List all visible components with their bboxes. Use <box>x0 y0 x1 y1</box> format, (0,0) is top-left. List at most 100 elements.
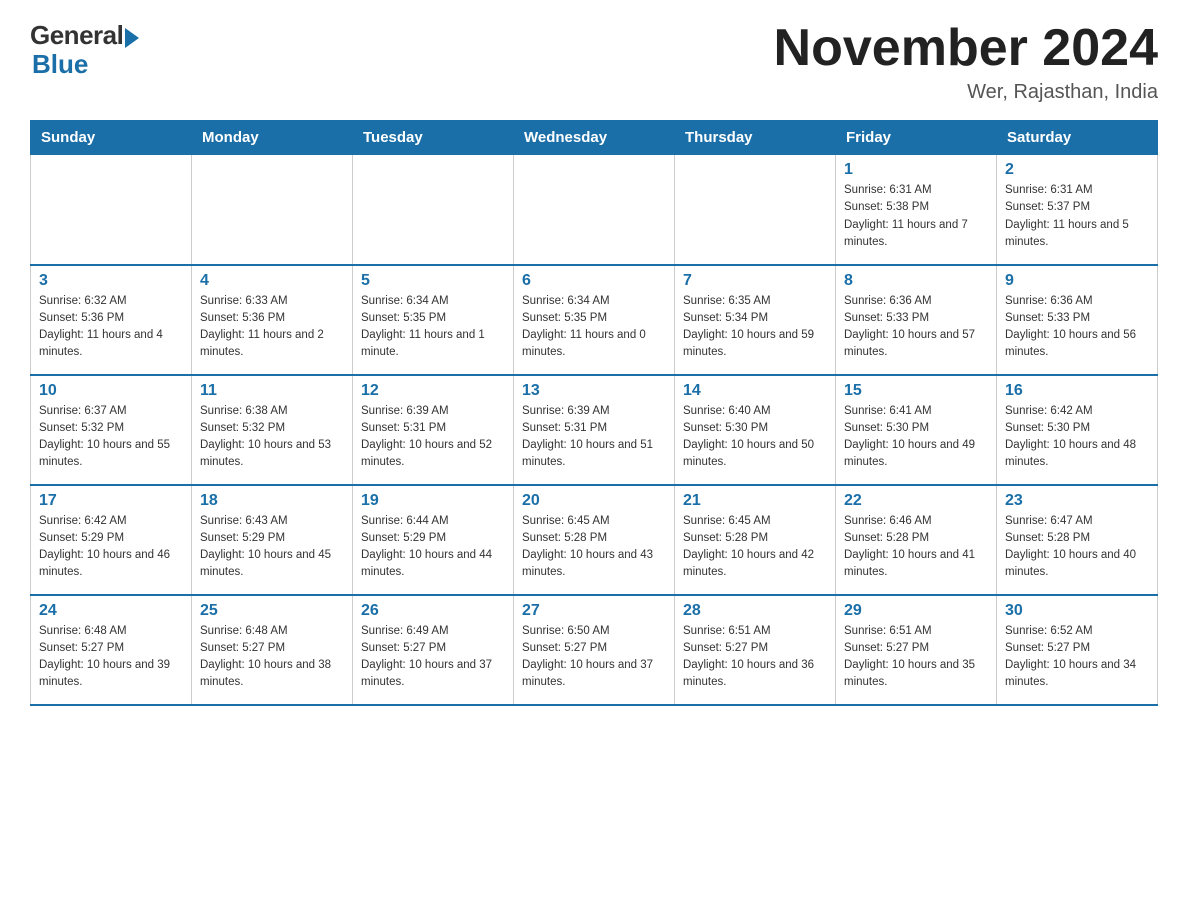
weekday-header-sunday: Sunday <box>31 121 192 155</box>
day-info: Sunrise: 6:50 AMSunset: 5:27 PMDaylight:… <box>522 625 653 689</box>
calendar-cell: 27Sunrise: 6:50 AMSunset: 5:27 PMDayligh… <box>514 595 675 705</box>
day-info: Sunrise: 6:41 AMSunset: 5:30 PMDaylight:… <box>844 405 975 469</box>
day-info: Sunrise: 6:35 AMSunset: 5:34 PMDaylight:… <box>683 295 814 359</box>
day-info: Sunrise: 6:45 AMSunset: 5:28 PMDaylight:… <box>683 515 814 579</box>
day-number: 16 <box>1005 382 1149 400</box>
logo-arrow-icon <box>125 28 139 48</box>
day-info: Sunrise: 6:31 AMSunset: 5:38 PMDaylight:… <box>844 184 968 248</box>
day-info: Sunrise: 6:34 AMSunset: 5:35 PMDaylight:… <box>361 295 485 359</box>
calendar-cell <box>675 155 836 265</box>
day-number: 5 <box>361 272 505 290</box>
calendar-week-row: 10 Sunrise: 6:37 AMSunset: 5:32 PMDayligh… <box>31 375 1158 485</box>
calendar-cell: 15 Sunrise: 6:41 AMSunset: 5:30 PMDayligh… <box>836 375 997 485</box>
day-number: 8 <box>844 272 988 290</box>
calendar-cell: 17 Sunrise: 6:42 AMSunset: 5:29 PMDayligh… <box>31 485 192 595</box>
calendar-cell: 19 Sunrise: 6:44 AMSunset: 5:29 PMDayligh… <box>353 485 514 595</box>
calendar-cell: 2 Sunrise: 6:31 AMSunset: 5:37 PMDaylight… <box>997 155 1158 265</box>
day-info: Sunrise: 6:51 AMSunset: 5:27 PMDaylight:… <box>844 625 975 689</box>
calendar-cell: 6 Sunrise: 6:34 AMSunset: 5:35 PMDaylight… <box>514 265 675 375</box>
day-info: Sunrise: 6:32 AMSunset: 5:36 PMDaylight:… <box>39 295 163 359</box>
weekday-header-wednesday: Wednesday <box>514 121 675 155</box>
calendar-cell: 28 Sunrise: 6:51 AMSunset: 5:27 PMDayligh… <box>675 595 836 705</box>
calendar-cell: 24 Sunrise: 6:48 AMSunset: 5:27 PMDayligh… <box>31 595 192 705</box>
day-number: 20 <box>522 492 666 510</box>
calendar-cell <box>192 155 353 265</box>
day-number: 21 <box>683 492 827 510</box>
calendar-cell: 11 Sunrise: 6:38 AMSunset: 5:32 PMDayligh… <box>192 375 353 485</box>
day-number: 4 <box>200 272 344 290</box>
calendar-cell: 9 Sunrise: 6:36 AMSunset: 5:33 PMDaylight… <box>997 265 1158 375</box>
day-number: 11 <box>200 382 344 400</box>
day-info: Sunrise: 6:49 AMSunset: 5:27 PMDaylight:… <box>361 625 492 689</box>
day-info: Sunrise: 6:39 AMSunset: 5:31 PMDaylight:… <box>361 405 492 469</box>
day-number: 26 <box>361 602 505 620</box>
calendar-cell: 20Sunrise: 6:45 AMSunset: 5:28 PMDayligh… <box>514 485 675 595</box>
day-number: 2 <box>1005 161 1149 179</box>
calendar-cell: 29 Sunrise: 6:51 AMSunset: 5:27 PMDayligh… <box>836 595 997 705</box>
day-info: Sunrise: 6:48 AMSunset: 5:27 PMDaylight:… <box>200 625 331 689</box>
day-info: Sunrise: 6:47 AMSunset: 5:28 PMDaylight:… <box>1005 515 1136 579</box>
calendar-cell: 13 Sunrise: 6:39 AMSunset: 5:31 PMDayligh… <box>514 375 675 485</box>
calendar-cell: 12 Sunrise: 6:39 AMSunset: 5:31 PMDayligh… <box>353 375 514 485</box>
day-number: 15 <box>844 382 988 400</box>
day-number: 14 <box>683 382 827 400</box>
day-info: Sunrise: 6:42 AMSunset: 5:29 PMDaylight:… <box>39 515 170 579</box>
day-info: Sunrise: 6:36 AMSunset: 5:33 PMDaylight:… <box>844 295 975 359</box>
logo-blue-text: Blue <box>30 49 88 80</box>
day-number: 30 <box>1005 602 1149 620</box>
day-info: Sunrise: 6:40 AMSunset: 5:30 PMDaylight:… <box>683 405 814 469</box>
location-subtitle: Wer, Rajasthan, India <box>774 81 1158 104</box>
day-info: Sunrise: 6:38 AMSunset: 5:32 PMDaylight:… <box>200 405 331 469</box>
logo: General Blue <box>30 20 139 80</box>
calendar-cell: 21 Sunrise: 6:45 AMSunset: 5:28 PMDayligh… <box>675 485 836 595</box>
day-info: Sunrise: 6:42 AMSunset: 5:30 PMDaylight:… <box>1005 405 1136 469</box>
calendar-week-row: 17 Sunrise: 6:42 AMSunset: 5:29 PMDayligh… <box>31 485 1158 595</box>
day-number: 28 <box>683 602 827 620</box>
day-info: Sunrise: 6:48 AMSunset: 5:27 PMDaylight:… <box>39 625 170 689</box>
title-area: November 2024 Wer, Rajasthan, India <box>774 20 1158 104</box>
day-number: 9 <box>1005 272 1149 290</box>
day-number: 7 <box>683 272 827 290</box>
calendar-cell: 8 Sunrise: 6:36 AMSunset: 5:33 PMDaylight… <box>836 265 997 375</box>
day-number: 17 <box>39 492 183 510</box>
day-info: Sunrise: 6:36 AMSunset: 5:33 PMDaylight:… <box>1005 295 1136 359</box>
weekday-header-thursday: Thursday <box>675 121 836 155</box>
calendar-cell: 25 Sunrise: 6:48 AMSunset: 5:27 PMDayligh… <box>192 595 353 705</box>
calendar-cell: 3 Sunrise: 6:32 AMSunset: 5:36 PMDaylight… <box>31 265 192 375</box>
day-number: 23 <box>1005 492 1149 510</box>
day-info: Sunrise: 6:31 AMSunset: 5:37 PMDaylight:… <box>1005 184 1129 248</box>
day-number: 13 <box>522 382 666 400</box>
calendar-cell <box>353 155 514 265</box>
day-number: 1 <box>844 161 988 179</box>
calendar-cell <box>31 155 192 265</box>
calendar-table: SundayMondayTuesdayWednesdayThursdayFrid… <box>30 120 1158 706</box>
day-info: Sunrise: 6:51 AMSunset: 5:27 PMDaylight:… <box>683 625 814 689</box>
calendar-cell: 22Sunrise: 6:46 AMSunset: 5:28 PMDayligh… <box>836 485 997 595</box>
calendar-cell: 26 Sunrise: 6:49 AMSunset: 5:27 PMDayligh… <box>353 595 514 705</box>
day-number: 22 <box>844 492 988 510</box>
day-number: 25 <box>200 602 344 620</box>
weekday-header-friday: Friday <box>836 121 997 155</box>
day-info: Sunrise: 6:33 AMSunset: 5:36 PMDaylight:… <box>200 295 324 359</box>
weekday-header-saturday: Saturday <box>997 121 1158 155</box>
calendar-cell: 4 Sunrise: 6:33 AMSunset: 5:36 PMDaylight… <box>192 265 353 375</box>
calendar-cell: 10 Sunrise: 6:37 AMSunset: 5:32 PMDayligh… <box>31 375 192 485</box>
day-number: 6 <box>522 272 666 290</box>
calendar-cell: 30Sunrise: 6:52 AMSunset: 5:27 PMDayligh… <box>997 595 1158 705</box>
calendar-cell: 16 Sunrise: 6:42 AMSunset: 5:30 PMDayligh… <box>997 375 1158 485</box>
day-number: 12 <box>361 382 505 400</box>
day-number: 10 <box>39 382 183 400</box>
day-number: 3 <box>39 272 183 290</box>
calendar-week-row: 24 Sunrise: 6:48 AMSunset: 5:27 PMDayligh… <box>31 595 1158 705</box>
calendar-week-row: 3 Sunrise: 6:32 AMSunset: 5:36 PMDaylight… <box>31 265 1158 375</box>
day-info: Sunrise: 6:44 AMSunset: 5:29 PMDaylight:… <box>361 515 492 579</box>
day-info: Sunrise: 6:43 AMSunset: 5:29 PMDaylight:… <box>200 515 331 579</box>
page-header: General Blue November 2024 Wer, Rajastha… <box>30 20 1158 104</box>
day-info: Sunrise: 6:37 AMSunset: 5:32 PMDaylight:… <box>39 405 170 469</box>
day-number: 29 <box>844 602 988 620</box>
day-info: Sunrise: 6:34 AMSunset: 5:35 PMDaylight:… <box>522 295 646 359</box>
day-number: 19 <box>361 492 505 510</box>
day-number: 24 <box>39 602 183 620</box>
calendar-cell: 1 Sunrise: 6:31 AMSunset: 5:38 PMDaylight… <box>836 155 997 265</box>
day-info: Sunrise: 6:39 AMSunset: 5:31 PMDaylight:… <box>522 405 653 469</box>
